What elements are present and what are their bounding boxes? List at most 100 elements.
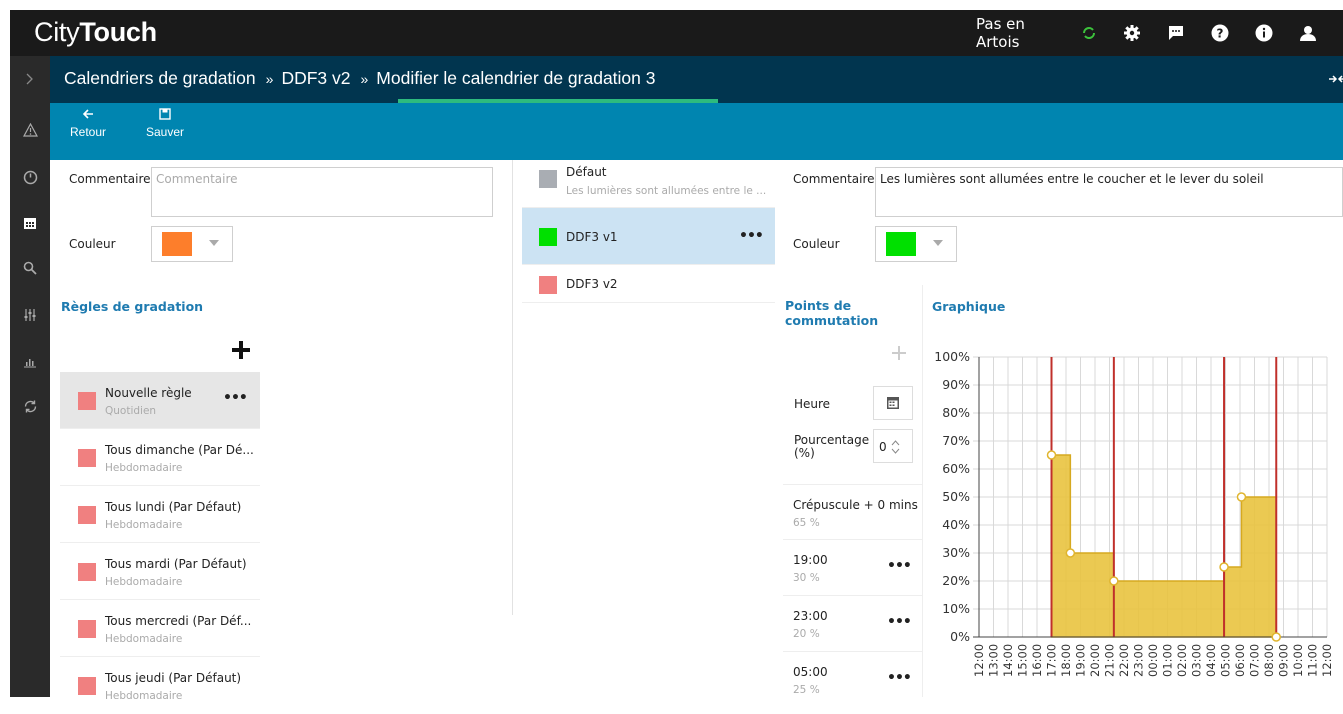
calendar-icon[interactable]	[22, 215, 38, 231]
save-button[interactable]: Sauver	[146, 108, 184, 139]
rule-type: Hebdomadaire	[105, 519, 183, 531]
action-toolbar: Retour Sauver	[50, 103, 1343, 160]
save-icon	[146, 108, 184, 124]
hour-picker[interactable]	[873, 386, 913, 420]
help-icon[interactable]: ?	[1211, 23, 1229, 43]
search-icon[interactable]	[22, 260, 38, 276]
calendar-item[interactable]: Défaut Les lumières sont allumées entre …	[522, 160, 775, 208]
reports-icon[interactable]	[22, 353, 38, 369]
dimming-chart: 0%10%20%30%40%50%60%70%80%90%100%12:00 13…	[934, 349, 1334, 677]
x-tick-label: 09:00	[1277, 644, 1291, 677]
sidebar	[10, 56, 50, 697]
message-icon[interactable]	[1167, 23, 1185, 43]
rule-color-swatch	[78, 506, 96, 524]
calendar-item[interactable]: DDF3 v1 •••	[522, 208, 775, 265]
data-point	[1046, 450, 1057, 460]
switch-point-item[interactable]: 23:00 20 % •••	[783, 596, 923, 652]
add-point-button[interactable]	[892, 345, 906, 364]
sync-icon[interactable]	[1081, 23, 1097, 43]
rules-title: Règles de gradation	[61, 299, 204, 314]
x-tick-label: 13:00	[987, 644, 1001, 677]
rule-type: Hebdomadaire	[105, 690, 183, 702]
switch-point-item[interactable]: 05:00 25 % •••	[783, 652, 923, 708]
point-percent: 20 %	[793, 628, 820, 640]
point-time: 05:00	[793, 665, 828, 679]
graph-title: Graphique	[932, 299, 1006, 314]
rule-color-swatch	[78, 392, 96, 410]
y-tick-label: 30%	[942, 545, 970, 560]
x-tick-label: 06:00	[1233, 644, 1247, 677]
calendar-item[interactable]: DDF3 v2	[522, 265, 775, 303]
breadcrumb-bar: Calendriers de gradation » DDF3 v2 » Modifie…	[50, 56, 1343, 103]
x-tick-label: 15:00	[1016, 644, 1030, 677]
add-rule-button[interactable]	[231, 340, 251, 364]
breadcrumb-current: Modifier le calendrier de gradation 3	[376, 68, 656, 88]
rule-color-swatch	[78, 677, 96, 695]
rule-type: Hebdomadaire	[105, 633, 183, 645]
alert-icon[interactable]	[22, 122, 38, 138]
more-options-icon[interactable]: •••	[739, 228, 764, 244]
x-tick-label: 22:00	[1117, 644, 1131, 677]
info-icon[interactable]	[1255, 23, 1273, 43]
hour-label: Heure	[794, 397, 831, 411]
y-tick-label: 10%	[942, 601, 970, 616]
x-tick-label: 11:00	[1306, 644, 1320, 677]
calendar-color-select[interactable]	[875, 226, 957, 262]
x-tick-label: 08:00	[1262, 644, 1276, 677]
back-button[interactable]: Retour	[70, 108, 106, 139]
breadcrumb-item[interactable]: Calendriers de gradation	[64, 68, 256, 88]
y-tick-label: 70%	[942, 433, 970, 448]
gear-icon[interactable]	[1123, 23, 1141, 43]
user-icon[interactable]	[1299, 23, 1317, 43]
y-tick-label: 90%	[942, 377, 970, 392]
chevron-down-icon	[933, 240, 943, 246]
save-label: Sauver	[146, 125, 185, 139]
x-tick-label: 21:00	[1103, 644, 1117, 677]
rule-color-swatch	[78, 620, 96, 638]
breadcrumb-item[interactable]: DDF3 v2	[281, 68, 350, 88]
calendar-comment-label: Commentaire	[793, 172, 875, 186]
y-tick-label: 20%	[942, 573, 970, 588]
rule-name: Tous mercredi (Par Déf...	[105, 614, 252, 628]
expand-sidebar-icon[interactable]	[22, 71, 38, 87]
more-options-icon[interactable]: •••	[887, 614, 912, 630]
x-tick-label: 07:00	[1248, 644, 1262, 677]
rule-name: Tous mardi (Par Défaut)	[105, 557, 247, 571]
x-tick-label: 17:00	[1045, 644, 1059, 677]
y-tick-label: 80%	[942, 405, 970, 420]
point-time: Crépuscule + 0 mins	[793, 498, 918, 512]
rule-item[interactable]: Tous jeudi (Par Défaut) Hebdomadaire	[60, 657, 260, 714]
more-options-icon[interactable]: •••	[887, 558, 912, 574]
calendar-color-swatch	[539, 170, 557, 188]
comment-label: Commentaire	[69, 172, 151, 186]
switch-point-item[interactable]: Crépuscule + 0 mins 65 %	[783, 484, 923, 540]
percentage-input[interactable]: 0	[873, 429, 913, 463]
dashboard-icon[interactable]	[22, 169, 38, 185]
location-label[interactable]: Pas en Artois	[976, 15, 1053, 51]
top-bar: CityTouch Pas en Artois ?	[10, 10, 1343, 56]
point-time: 19:00	[793, 553, 828, 567]
x-tick-label: 16:00	[1030, 644, 1044, 677]
chevron-down-icon	[209, 240, 219, 246]
app-logo[interactable]: CityTouch	[34, 17, 157, 48]
rule-name: Tous lundi (Par Défaut)	[105, 500, 242, 514]
collapse-panel-icon[interactable]	[1329, 72, 1343, 88]
more-options-icon[interactable]: •••	[887, 670, 912, 686]
color-select[interactable]	[151, 226, 233, 262]
comment-input[interactable]: Commentaire	[151, 167, 493, 217]
rule-item[interactable]: Nouvelle règle Quotidien •••	[60, 372, 260, 429]
refresh-icon[interactable]	[22, 398, 38, 414]
calendar-name: DDF3 v1	[566, 230, 618, 244]
switch-point-item[interactable]: 19:00 30 % •••	[783, 540, 923, 596]
rule-item[interactable]: Tous dimanche (Par Dé... Hebdomadaire	[60, 429, 260, 486]
rule-color-swatch	[78, 449, 96, 467]
rule-item[interactable]: Tous mercredi (Par Déf... Hebdomadaire	[60, 600, 260, 657]
more-options-icon[interactable]: •••	[223, 390, 248, 406]
y-tick-label: 50%	[942, 489, 970, 504]
sliders-icon[interactable]	[22, 307, 38, 323]
calendar-comment-input[interactable]: Les lumières sont allumées entre le couc…	[875, 167, 1343, 217]
x-tick-label: 03:00	[1190, 644, 1204, 677]
point-percent: 30 %	[793, 572, 820, 584]
rule-item[interactable]: Tous mardi (Par Défaut) Hebdomadaire	[60, 543, 260, 600]
rule-item[interactable]: Tous lundi (Par Défaut) Hebdomadaire	[60, 486, 260, 543]
